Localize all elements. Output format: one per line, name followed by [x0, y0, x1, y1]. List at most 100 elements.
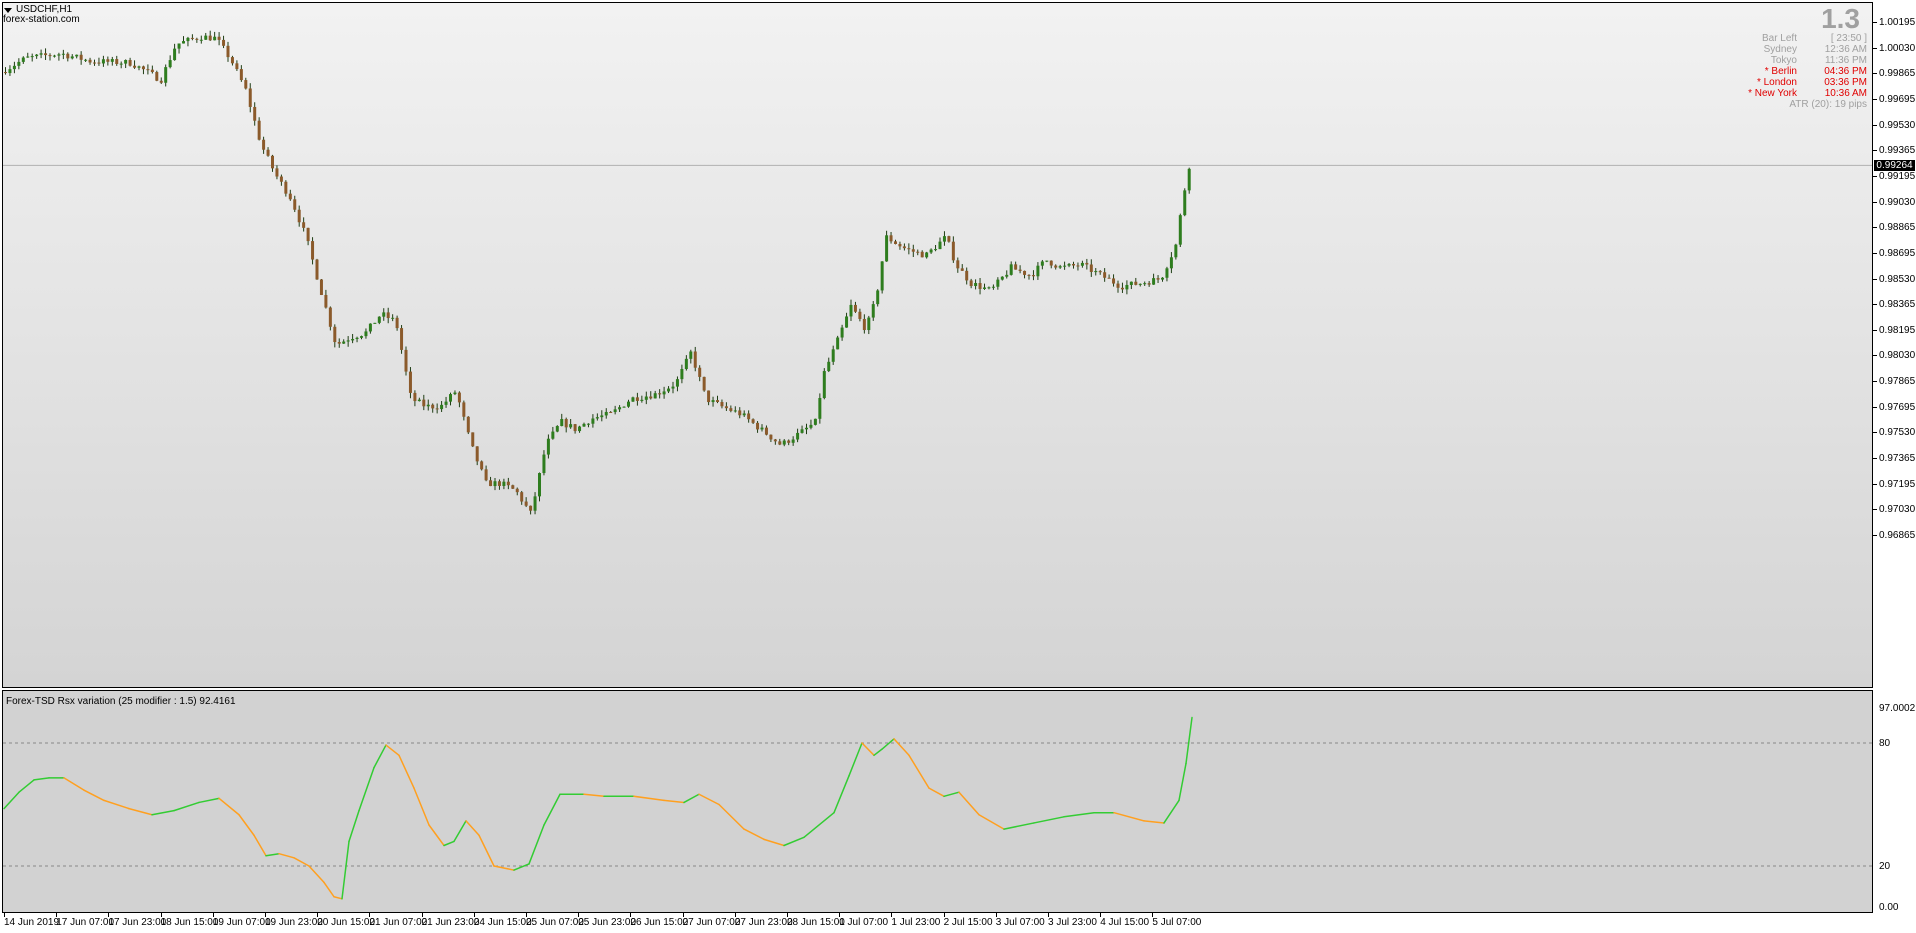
- chart-menu-arrow-icon[interactable]: [4, 8, 12, 13]
- bear-candle: [431, 404, 435, 409]
- info-value: [ 23:50 ]: [1830, 33, 1867, 44]
- indicator-segment: [173, 801, 200, 812]
- bull-candle: [631, 397, 635, 402]
- bear-candle: [524, 501, 528, 506]
- bear-candle: [395, 317, 399, 329]
- bear-candle: [965, 270, 969, 281]
- bear-candle: [707, 390, 711, 403]
- bull-candle: [627, 401, 630, 407]
- indicator-segment: [341, 840, 350, 900]
- bear-candle: [48, 55, 52, 57]
- bear-candle: [128, 59, 132, 66]
- bear-candle: [1014, 264, 1018, 270]
- bull-candle: [929, 249, 933, 253]
- indicator-segment: [218, 797, 240, 816]
- atr-label: ATR (20): 19 pips: [1789, 99, 1867, 110]
- indicator-segment: [718, 803, 745, 830]
- indicator-segment: [683, 793, 700, 804]
- price-axis-label: 0.98530: [1879, 273, 1916, 285]
- indicator-segment: [1185, 716, 1193, 765]
- indicator-segment: [333, 896, 343, 900]
- bear-candle: [947, 236, 951, 242]
- indicator-segment: [278, 852, 295, 859]
- info-key: Tokyo: [1770, 55, 1797, 66]
- bear-candle: [747, 413, 751, 420]
- bull-candle: [360, 336, 363, 338]
- indicator-segment: [848, 742, 863, 777]
- bull-candle: [164, 67, 168, 83]
- indicator-segment: [103, 799, 130, 810]
- bear-candle: [266, 149, 270, 156]
- bull-candle: [1138, 283, 1142, 285]
- bear-candle: [894, 241, 897, 244]
- bull-candle: [453, 392, 457, 395]
- bear-candle: [253, 106, 257, 121]
- price-axis-label: 0.99030: [1879, 196, 1916, 208]
- bull-candle: [542, 454, 546, 474]
- bear-candle: [422, 399, 426, 407]
- bull-candle: [983, 287, 986, 289]
- bull-candle: [991, 286, 995, 288]
- price-axis-label: 0.97195: [1879, 478, 1916, 490]
- price-axis-tick: [1873, 47, 1877, 49]
- bear-candle: [969, 280, 973, 287]
- bull-candle: [591, 418, 595, 424]
- source-label: forex-station.com: [3, 14, 80, 25]
- bear-candle: [497, 481, 501, 486]
- indicator-segment: [308, 865, 325, 884]
- bull-candle: [1161, 277, 1164, 280]
- bull-candle: [546, 438, 550, 455]
- bear-candle: [920, 251, 924, 258]
- bull-candle: [876, 290, 880, 305]
- info-value: 12:36 AM: [1824, 44, 1867, 55]
- indicator-axis-label: 20: [1879, 861, 1891, 872]
- bull-candle: [12, 65, 16, 70]
- bull-candle: [586, 423, 590, 425]
- bull-candle: [845, 316, 849, 328]
- price-axis-tick: [1873, 98, 1877, 100]
- bull-candle: [30, 56, 34, 58]
- bear-candle: [66, 53, 70, 59]
- bear-candle: [457, 392, 461, 403]
- bull-candle: [1174, 244, 1178, 258]
- bull-candle: [70, 56, 74, 59]
- bull-candle: [818, 398, 822, 419]
- indicator-segment: [1178, 762, 1187, 802]
- bull-candle: [1045, 260, 1049, 262]
- bear-candle: [271, 155, 274, 169]
- price-axis-label: 0.98865: [1879, 222, 1916, 234]
- bear-candle: [288, 193, 292, 200]
- bear-candle: [658, 393, 662, 395]
- bull-candle: [444, 401, 448, 405]
- bear-candle: [698, 367, 702, 377]
- bear-candle: [337, 342, 341, 344]
- bull-candle: [213, 36, 217, 41]
- bear-candle: [1054, 265, 1058, 268]
- bear-candle: [902, 246, 906, 249]
- bull-candle: [560, 419, 564, 427]
- bull-candle: [61, 53, 65, 55]
- chart-canvas[interactable]: [0, 0, 1916, 933]
- info-value: 10:36 AM: [1824, 88, 1867, 99]
- bear-candle: [324, 294, 328, 308]
- bear-candle: [1049, 260, 1053, 266]
- indicator-segment: [323, 881, 335, 898]
- indicator-segment: [803, 811, 835, 839]
- indicator-segment: [348, 809, 360, 843]
- bear-candle: [466, 416, 470, 433]
- indicator-segment: [743, 828, 765, 841]
- info-key: * New York: [1748, 88, 1797, 99]
- info-row-tokyo: Tokyo 11:36 PM: [1697, 55, 1867, 66]
- bear-candle: [702, 376, 706, 391]
- bear-candle: [106, 59, 110, 62]
- price-axis-label: 0.97365: [1879, 453, 1916, 465]
- bear-candle: [115, 59, 119, 64]
- bear-candle: [239, 69, 243, 81]
- bear-candle: [1098, 271, 1102, 273]
- bear-candle: [1027, 274, 1031, 276]
- price-axis-tick: [1873, 483, 1877, 485]
- info-row-berlin: * Berlin 04:36 PM: [1697, 66, 1867, 77]
- indicator-segment: [978, 814, 1005, 830]
- bear-candle: [150, 69, 154, 73]
- bear-candle: [311, 241, 315, 260]
